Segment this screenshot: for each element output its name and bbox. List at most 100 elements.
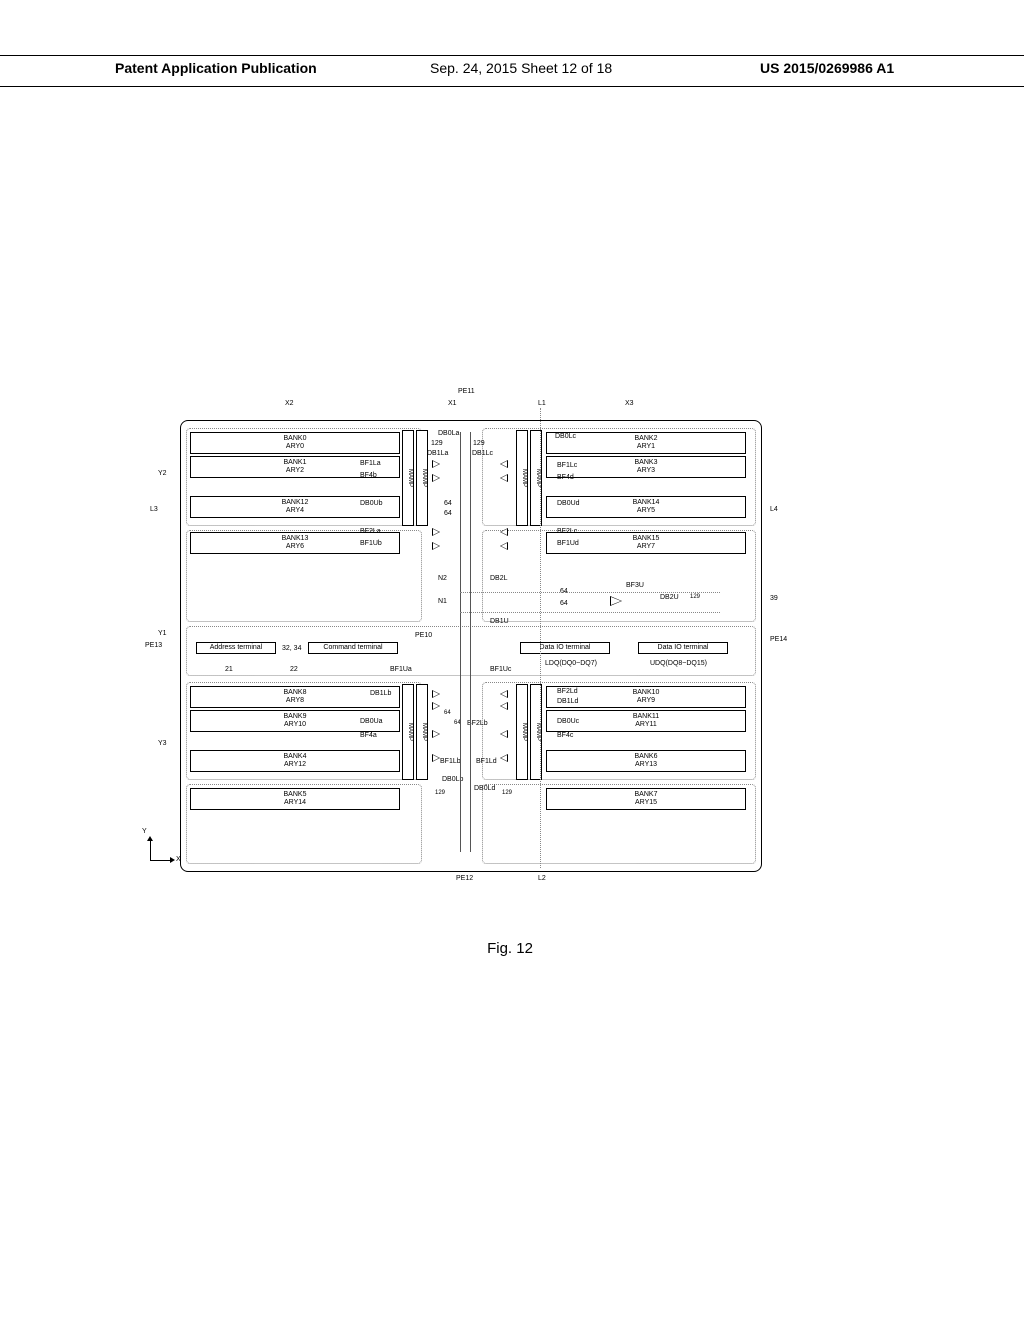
buf-bf1lc-icon	[500, 460, 508, 468]
bank-name: BANK13	[282, 535, 309, 542]
bank-br-3: BANK7 ARY15	[546, 788, 746, 810]
label-db1lb: DB1Lb	[370, 690, 391, 697]
ary-name: ARY11	[635, 721, 657, 728]
buf-bf2lc-icon	[500, 528, 508, 536]
label-db0ua: DB0Ua	[360, 718, 383, 725]
label-bf4b: BF4b	[360, 472, 377, 479]
buf-bf4d-icon	[500, 474, 508, 482]
width-64-top2: 64	[444, 510, 452, 517]
bank-name: BANK10	[633, 689, 660, 696]
ref-39: 39	[770, 595, 778, 602]
width-64-mid2: 64	[560, 600, 568, 607]
row-y2: Y2	[158, 470, 167, 477]
bank-tl-0: BANK0 ARY0	[190, 432, 400, 454]
label-bf4d: BF4d	[557, 474, 574, 481]
label-db2u: DB2U	[660, 594, 679, 601]
axis-y-line	[150, 840, 151, 860]
figure-12: X2 X1 PE11 L1 X3 Y2 L3 Y1 PE13 Y3 L4 39 …	[160, 400, 860, 900]
bank-name: BANK8	[284, 689, 307, 696]
label-bf1ld: BF1Ld	[476, 758, 497, 765]
width-129-bl: 129	[435, 790, 445, 796]
width-129-mid: 129	[690, 594, 700, 600]
label-db2l: DB2L	[490, 575, 508, 582]
bank-bl-2: BANK4 ARY12	[190, 750, 400, 772]
ary-name: ARY3	[637, 467, 655, 474]
buf-bf2la-icon	[432, 528, 440, 536]
buf-bf1ud-icon	[500, 542, 508, 550]
center-channel-mid	[470, 432, 471, 852]
ary-name: ARY15	[635, 799, 657, 806]
ary-name: ARY8	[286, 697, 304, 704]
buf-bf2ld-icon	[500, 690, 508, 698]
label-udq: UDQ(DQ8~DQ15)	[650, 660, 707, 667]
bank-name: BANK12	[282, 499, 309, 506]
bank-name: BANK9	[284, 713, 307, 720]
label-bf1lb: BF1Lb	[440, 758, 461, 765]
mamp-tl-1: MAMP	[402, 430, 414, 526]
mamp-tr-1: MAMP	[516, 430, 528, 526]
command-terminal-box: Command terminal	[308, 642, 398, 654]
label-bf4c: BF4c	[557, 732, 573, 739]
buf-bf1la-icon	[432, 460, 440, 468]
ary-name: ARY6	[286, 543, 304, 550]
mamp-bl-2: MAMP	[416, 684, 428, 780]
label-pe12: PE12	[456, 875, 473, 882]
label-bf1ud: BF1Ud	[557, 540, 579, 547]
label-bf1lc: BF1Lc	[557, 462, 577, 469]
line-l1-l2	[540, 408, 541, 868]
label-db1lc: DB1Lc	[472, 450, 493, 457]
patent-header-strip: Patent Application Publication Sep. 24, …	[0, 55, 1024, 87]
ary-name: ARY14	[284, 799, 306, 806]
bank-name: BANK5	[284, 791, 307, 798]
bank-name: BANK6	[635, 753, 658, 760]
label-bf1ub: BF1Ub	[360, 540, 382, 547]
width-129-tl: 129	[431, 440, 443, 447]
label-bf3u: BF3U	[626, 582, 644, 589]
label-db0ld: DB0Ld	[474, 785, 495, 792]
buf-bf4c-icon	[500, 730, 508, 738]
buf-bf4a-icon	[432, 730, 440, 738]
row-y3: Y3	[158, 740, 167, 747]
ary-name: ARY9	[637, 697, 655, 704]
buf-bf4b-icon	[432, 474, 440, 482]
axis-y-label: Y	[142, 828, 147, 835]
label-n2: N2	[438, 575, 447, 582]
bank-name: BANK14	[633, 499, 660, 506]
label-db1ld: DB1Ld	[557, 698, 578, 705]
ref-21: 21	[225, 666, 233, 673]
data-io-terminal-1-box: Data IO terminal	[520, 642, 610, 654]
ary-name: ARY4	[286, 507, 304, 514]
row-y1: Y1	[158, 630, 167, 637]
ref-22: 22	[290, 666, 298, 673]
label-bf2la: BF2La	[360, 528, 381, 535]
buf-top-bl1-icon	[432, 690, 440, 698]
width-64-bot1: 64	[444, 710, 451, 716]
bank-name: BANK0	[284, 435, 307, 442]
mamp-tl-2: MAMP	[416, 430, 428, 526]
line-l1: L1	[538, 400, 546, 407]
bank-br-2: BANK6 ARY13	[546, 750, 746, 772]
axis-x-label: X	[176, 856, 181, 863]
buf-db1ld-icon	[500, 702, 508, 710]
label-db0lc: DB0Lc	[555, 433, 576, 440]
label-pe13: PE13	[145, 642, 162, 649]
bank-bl-3: BANK5 ARY14	[190, 788, 400, 810]
publication-type: Patent Application Publication	[115, 60, 317, 76]
line-l2: L2	[538, 875, 546, 882]
ary-name: ARY10	[284, 721, 306, 728]
label-bf2lc: BF2Lc	[557, 528, 577, 535]
label-db0uc: DB0Uc	[557, 718, 579, 725]
col-x3: X3	[625, 400, 634, 407]
label-pe10: PE10	[415, 632, 432, 639]
label-bf1la: BF1La	[360, 460, 381, 467]
label-pe14: PE14	[770, 636, 787, 643]
line-l4: L4	[770, 506, 778, 513]
buf-bf1ub-icon	[432, 542, 440, 550]
page: Patent Application Publication Sep. 24, …	[0, 0, 1024, 1320]
ary-name: ARY13	[635, 761, 657, 768]
center-channel-left	[460, 432, 461, 852]
ary-name: ARY2	[286, 467, 304, 474]
data-io-terminal-2-box: Data IO terminal	[638, 642, 728, 654]
ary-name: ARY0	[286, 443, 304, 450]
axis-y-arrow-icon	[147, 836, 153, 841]
